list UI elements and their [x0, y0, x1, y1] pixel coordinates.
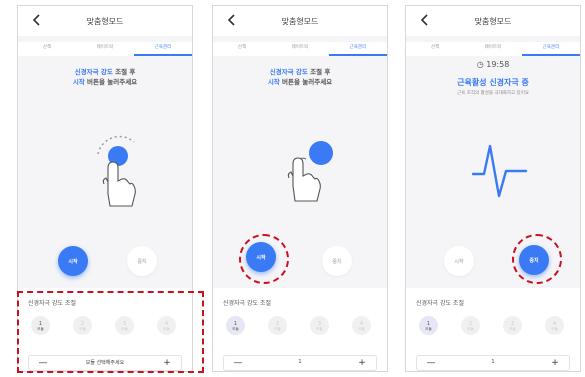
level-option-4[interactable]: 4 모듈 — [545, 316, 564, 335]
highlight-start-button — [239, 234, 289, 284]
stepper-value: 1 — [298, 359, 302, 365]
level-option-3[interactable]: 3 모듈 — [503, 316, 522, 335]
intensity-stepper: — 1 + — [223, 355, 377, 371]
intensity-panel: 신경자극 강도 조절 1 모듈 2 모듈 3 모듈 4 모듈 — 1 + — [406, 288, 580, 371]
increase-button[interactable]: + — [353, 357, 371, 369]
level-option-1[interactable]: 1 모듈 — [226, 316, 245, 335]
panel-title: 신경자극 강도 조절 — [223, 300, 271, 307]
stop-button[interactable]: 중지 — [127, 246, 157, 276]
tap-hand-icon — [287, 141, 333, 202]
decrease-button[interactable]: — — [422, 357, 440, 369]
highlight-intensity-panel — [17, 291, 204, 373]
intensity-panel: 신경자극 강도 조절 1 모듈 2 모듈 3 모듈 4 모듈 — 1 + — [213, 288, 387, 371]
screen-2: 맞춤형모드 산책 웨이트락 근육관리 신경자극 강도 조절 후 시작 버튼을 눌… — [212, 5, 388, 372]
level-option-2[interactable]: 2 모듈 — [268, 316, 287, 335]
decrease-button[interactable]: — — [229, 357, 247, 369]
start-button[interactable]: 시작 — [444, 246, 474, 276]
increase-button[interactable]: + — [546, 357, 564, 369]
tap-hand-icon — [97, 135, 136, 207]
intensity-stepper: — 1 + — [416, 355, 570, 371]
level-option-2[interactable]: 2 모듈 — [461, 316, 480, 335]
level-option-4[interactable]: 4 모듈 — [352, 316, 371, 335]
screen-3: 맞춤형모드 산책 웨이트락 근육관리 ◷ 19:58 근육활성 신경자극 중 근… — [405, 5, 581, 372]
stop-button[interactable]: 중지 — [322, 246, 352, 276]
stepper-value: 1 — [491, 359, 495, 365]
start-button[interactable]: 시작 — [58, 246, 88, 276]
highlight-stop-button — [512, 234, 562, 284]
level-option-1[interactable]: 1 모듈 — [419, 316, 438, 335]
panel-title: 신경자극 강도 조절 — [416, 300, 464, 307]
level-option-3[interactable]: 3 모듈 — [310, 316, 329, 335]
